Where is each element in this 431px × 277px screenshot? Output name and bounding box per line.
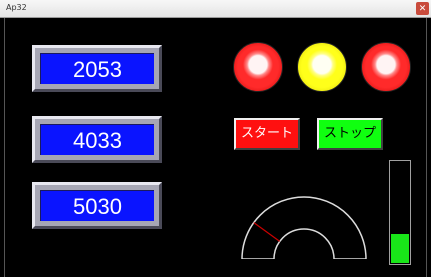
numeric-display-3: 5030: [32, 182, 162, 229]
meter-gauge: [241, 196, 367, 259]
indicator-lamp-yellow: [297, 42, 347, 92]
stop-button[interactable]: ストップ: [317, 118, 383, 150]
window-title: Ap32: [6, 3, 27, 12]
numeric-display-1-value: 2053: [40, 53, 154, 84]
close-icon[interactable]: ✕: [416, 2, 429, 15]
numeric-display-2-value: 4033: [40, 124, 154, 155]
level-bar-meter: [389, 160, 411, 265]
numeric-display-2: 4033: [32, 116, 162, 163]
title-bar: Ap32 ✕: [0, 0, 431, 18]
indicator-lamp-red-2: [361, 42, 411, 92]
level-bar-fill: [391, 234, 409, 263]
numeric-display-1: 2053: [32, 45, 162, 92]
indicator-lamp-red-1: [233, 42, 283, 92]
start-button[interactable]: スタート: [234, 118, 300, 150]
numeric-display-3-value: 5030: [40, 190, 154, 221]
